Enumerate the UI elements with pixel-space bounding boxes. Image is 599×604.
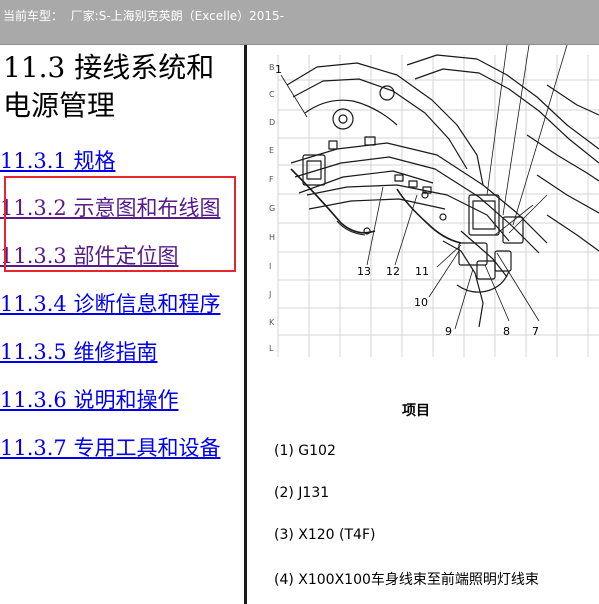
toc-pane: 11.3 接线系统和电源管理 11.3.1 规格 11.3.2 示意图和布线图 …	[0, 45, 244, 604]
row-letter: B	[269, 63, 275, 72]
row-letter-labels: B C D E F G H I J K L	[268, 63, 275, 353]
row-letter: F	[269, 175, 274, 184]
current-model-label: 当前车型：	[3, 9, 64, 23]
section-title: 11.3 接线系统和电源管理	[3, 51, 215, 122]
legend-heading: 项目	[402, 403, 430, 419]
row-letter: G	[269, 204, 275, 213]
row-letter: L	[269, 344, 274, 353]
manufacturer-label: 厂家:	[70, 9, 99, 23]
callout-13: 13	[357, 265, 371, 278]
annotation-highlight-box	[4, 176, 236, 272]
legend-item: (4) X100X100车身线束至前端照明灯线束	[274, 572, 539, 588]
toc-link-specifications[interactable]: 11.3.1 规格	[0, 145, 115, 175]
legend-item: (3) X120 (T4F)	[274, 527, 376, 543]
vehicle-model: S-上海别克英朗（Excelle）2015-	[98, 9, 285, 23]
vehicle-info-bar: 当前车型： 厂家:S-上海别克英朗（Excelle）2015-	[0, 0, 599, 45]
vehicle-info-text: 当前车型： 厂家:S-上海别克英朗（Excelle）2015-	[3, 7, 284, 24]
row-letter: C	[269, 90, 275, 99]
row-letter: J	[268, 290, 271, 299]
toc-link-special-tools[interactable]: 11.3.7 专用工具和设备	[0, 432, 220, 462]
row-letter: I	[269, 262, 271, 271]
row-letter: D	[269, 118, 275, 127]
toc-link-description-operation[interactable]: 11.3.6 说明和操作	[0, 384, 178, 414]
row-letter: E	[269, 146, 274, 155]
callout-9: 9	[445, 325, 452, 338]
content-pane: B C D E F G H I J K L 1 7 8 9 10 11 12 1…	[247, 45, 599, 604]
toc-link-diagnostics[interactable]: 11.3.4 诊断信息和程序	[0, 288, 220, 318]
callout-8: 8	[503, 325, 510, 338]
callout-12: 12	[386, 265, 400, 278]
component-location-diagram: B C D E F G H I J K L 1 7 8 9 10 11 12 1…	[268, 45, 599, 357]
toc-link-repair-guide[interactable]: 11.3.5 维修指南	[0, 336, 157, 366]
legend-item: (1) G102	[274, 443, 336, 459]
callout-7: 7	[532, 325, 539, 338]
callout-11: 11	[415, 265, 429, 278]
vehicle-frame-drawing	[286, 54, 599, 328]
callout-1: 1	[275, 63, 282, 76]
row-letter: H	[269, 233, 275, 242]
app-window: 当前车型： 厂家:S-上海别克英朗（Excelle）2015- 11.3 接线系…	[0, 0, 599, 604]
row-letter: K	[269, 318, 275, 327]
callout-10: 10	[414, 296, 428, 309]
legend-item: (2) J131	[274, 485, 330, 501]
